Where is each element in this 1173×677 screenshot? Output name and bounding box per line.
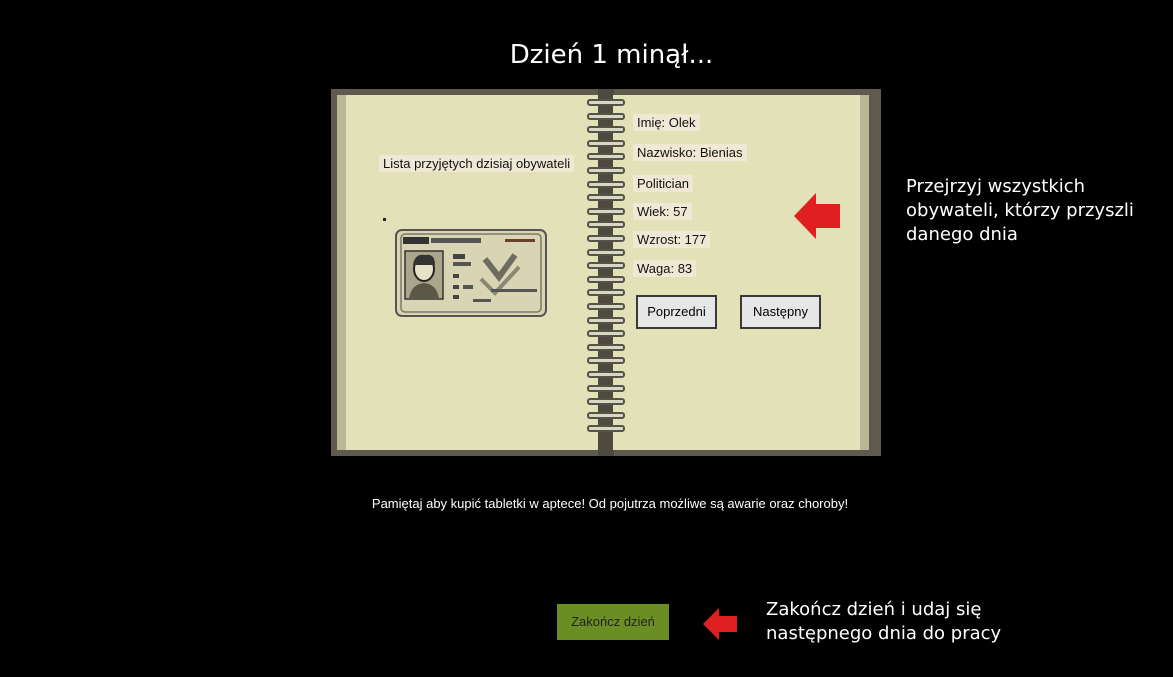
binding-ring	[587, 112, 625, 120]
citizen-height: Wzrost: 177	[633, 231, 711, 248]
binding-ring	[587, 139, 625, 147]
binding-ring	[587, 221, 625, 229]
reminder-text: Pamiętaj aby kupić tabletki w aptece! Od…	[371, 496, 849, 511]
binding-ring	[587, 330, 625, 338]
binding-ring	[587, 275, 625, 283]
binding-ring	[587, 194, 625, 202]
binding-ring	[587, 262, 625, 270]
end-day-hint-line: Zakończ dzień i udaj się	[766, 599, 982, 620]
binding-ring	[587, 99, 625, 106]
citizen-weight: Waga: 83	[633, 260, 697, 277]
notebook-right-page: Imię: Olek Nazwisko: Bienias Politician …	[613, 95, 869, 450]
binding-ring	[587, 248, 625, 256]
binding-ring	[587, 343, 625, 351]
citizen-surname: Nazwisko: Bienias	[633, 144, 747, 161]
binding-ring	[587, 357, 625, 365]
binding-ring	[587, 126, 625, 134]
previous-button[interactable]: Poprzedni	[636, 295, 717, 329]
id-card-image	[395, 229, 547, 317]
binding-ring	[587, 425, 625, 433]
citizen-profession: Politician	[633, 175, 694, 192]
binding-ring	[587, 289, 625, 297]
binding-ring	[587, 235, 625, 242]
arrow-left-icon	[703, 608, 737, 640]
binding-ring	[587, 207, 625, 215]
binding-ring	[587, 167, 625, 174]
page-title: Dzień 1 minął...	[509, 40, 714, 70]
citizens-hint-line: danego dnia	[906, 224, 1018, 245]
binding-ring	[587, 153, 625, 161]
binding-ring	[587, 411, 625, 419]
end-day-hint-line: następnego dnia do pracy	[766, 623, 1002, 644]
notebook: Lista przyjętych dzisiaj obywateli Imię:…	[331, 89, 881, 456]
end-day-hint: Zakończ dzień i udaj się następnego dnia…	[766, 598, 1001, 646]
end-day-button[interactable]: Zakończ dzień	[557, 604, 669, 640]
citizens-list-heading: Lista przyjętych dzisiaj obywateli	[379, 155, 575, 172]
arrow-left-icon	[794, 193, 840, 239]
dot-mark	[383, 218, 386, 221]
binding-ring	[587, 316, 625, 324]
binding-ring	[587, 398, 625, 406]
citizen-age: Wiek: 57	[633, 203, 692, 220]
spiral-binding	[587, 99, 627, 444]
notebook-left-page: Lista przyjętych dzisiaj obywateli	[337, 95, 610, 450]
citizens-hint-line: obywateli, którzy przyszli	[906, 200, 1134, 221]
binding-ring	[587, 371, 625, 378]
citizens-hint: Przejrzyj wszystkich obywateli, którzy p…	[906, 175, 1134, 247]
next-button[interactable]: Następny	[740, 295, 821, 329]
binding-ring	[587, 384, 625, 392]
binding-ring	[587, 303, 625, 310]
binding-ring	[587, 180, 625, 188]
citizens-hint-line: Przejrzyj wszystkich	[906, 176, 1086, 197]
citizen-name: Imię: Olek	[633, 114, 700, 131]
